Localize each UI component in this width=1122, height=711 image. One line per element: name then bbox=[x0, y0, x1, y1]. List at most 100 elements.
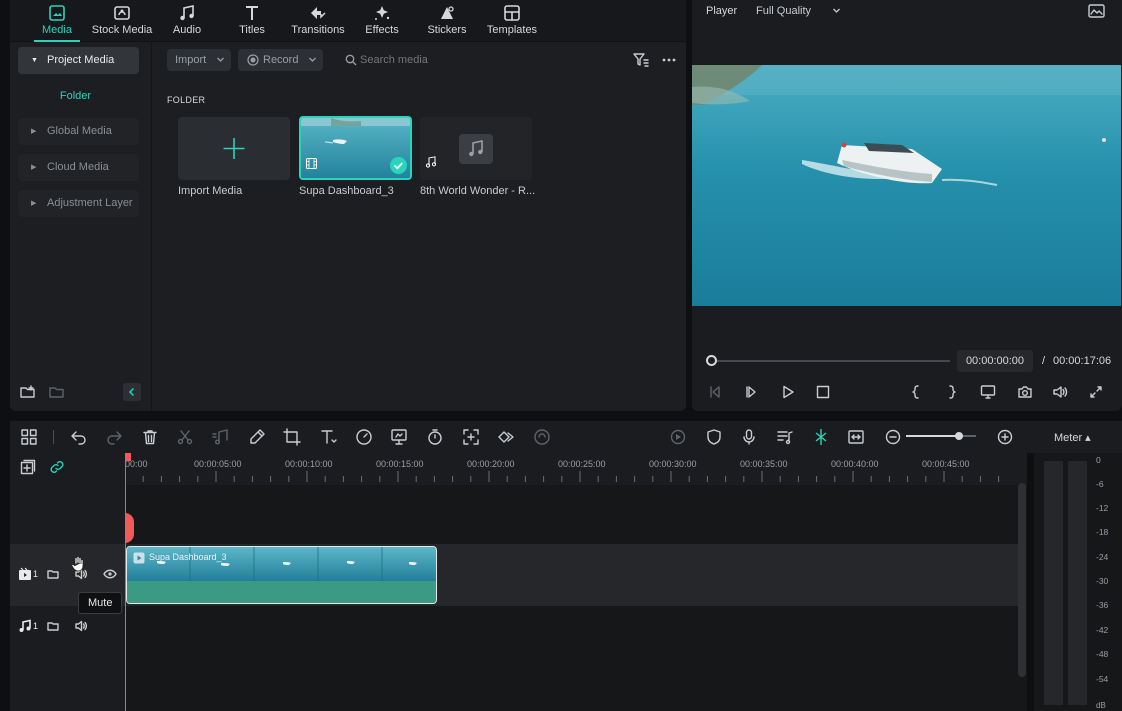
media-area: Import Record FOLDER I bbox=[153, 42, 686, 411]
prev-frame-icon[interactable] bbox=[708, 384, 724, 400]
quality-value: Full Quality bbox=[756, 5, 812, 17]
media-item-supa-dashboard[interactable] bbox=[299, 116, 412, 180]
import-button[interactable]: Import bbox=[167, 49, 231, 71]
tab-titles[interactable]: Titles bbox=[227, 0, 277, 42]
folder-icon[interactable] bbox=[49, 385, 65, 399]
tab-transitions[interactable]: Transitions bbox=[286, 0, 350, 42]
folder-lock-icon[interactable] bbox=[47, 568, 59, 580]
zoom-slider[interactable] bbox=[906, 432, 976, 440]
chevron-down-icon bbox=[832, 1, 841, 21]
seek-handle[interactable] bbox=[706, 355, 717, 366]
record-icon bbox=[247, 54, 259, 66]
microphone-icon[interactable] bbox=[740, 428, 758, 446]
tab-media[interactable]: Media bbox=[28, 0, 86, 42]
split-icon[interactable] bbox=[176, 428, 194, 446]
playhead[interactable] bbox=[125, 453, 126, 711]
media-sidebar: ▼ Project Media Folder ▶ Global Media ▶ … bbox=[10, 42, 152, 411]
mark-out-icon[interactable] bbox=[944, 384, 960, 400]
green-screen-icon[interactable] bbox=[390, 428, 408, 446]
media-item-label: Supa Dashboard_3 bbox=[299, 185, 394, 197]
sidebar-item-label: Global Media bbox=[47, 125, 112, 137]
link-icon[interactable] bbox=[49, 459, 65, 475]
stop-icon[interactable] bbox=[815, 384, 831, 400]
eye-icon[interactable] bbox=[103, 568, 117, 580]
marker-pen-icon[interactable] bbox=[248, 428, 266, 446]
new-folder-icon[interactable] bbox=[20, 385, 36, 399]
mark-in-icon[interactable] bbox=[908, 384, 924, 400]
add-track-icon[interactable] bbox=[20, 459, 36, 475]
zoom-in-icon[interactable] bbox=[996, 428, 1014, 446]
undo-icon[interactable] bbox=[70, 428, 88, 446]
collapse-sidebar-button[interactable] bbox=[123, 383, 141, 401]
time-ruler[interactable]: 00:00 00:00:05:00 00:00:10:00 00:00:15:0… bbox=[125, 453, 1027, 485]
image-quality-icon[interactable] bbox=[1088, 4, 1105, 18]
seek-bar[interactable] bbox=[711, 360, 950, 362]
playhead-handle[interactable] bbox=[125, 513, 134, 543]
fit-timeline-icon[interactable] bbox=[847, 428, 865, 446]
speed-icon[interactable] bbox=[355, 428, 373, 446]
effects-icon bbox=[372, 3, 392, 23]
sidebar-item-cloud-media[interactable]: ▶ Cloud Media bbox=[18, 154, 139, 181]
tab-stock-media[interactable]: Stock Media bbox=[90, 0, 154, 42]
search-input[interactable] bbox=[360, 50, 610, 70]
timeline-area[interactable]: 00:00 00:00:05:00 00:00:10:00 00:00:15:0… bbox=[125, 453, 1027, 711]
caret-right-icon: ▶ bbox=[31, 128, 37, 135]
video-preview[interactable] bbox=[692, 65, 1121, 306]
playhead-top[interactable] bbox=[125, 453, 131, 461]
more-options-icon[interactable] bbox=[661, 52, 677, 68]
speaker-icon[interactable] bbox=[74, 619, 88, 633]
filter-icon[interactable] bbox=[633, 53, 649, 67]
text-icon[interactable] bbox=[319, 428, 337, 446]
audio-type-icon bbox=[425, 156, 437, 168]
display-icon[interactable] bbox=[980, 384, 996, 400]
timer-icon[interactable] bbox=[426, 428, 444, 446]
sidebar-item-folder[interactable]: Folder bbox=[10, 90, 141, 102]
tab-stock-media-label: Stock Media bbox=[91, 24, 153, 36]
next-frame-icon[interactable] bbox=[744, 384, 760, 400]
keyframe-icon[interactable] bbox=[497, 428, 515, 446]
voiceover-icon[interactable] bbox=[776, 428, 794, 446]
zoom-slider-handle[interactable] bbox=[954, 432, 963, 440]
media-panel: Media Stock Media Audio Titles Transitio… bbox=[10, 0, 686, 411]
folder-lock-icon[interactable] bbox=[47, 620, 59, 632]
tab-templates[interactable]: Templates bbox=[480, 0, 544, 42]
quality-dropdown[interactable]: Full Quality bbox=[750, 1, 844, 21]
tab-effects[interactable]: Effects bbox=[357, 0, 407, 42]
shield-icon[interactable] bbox=[705, 428, 723, 446]
auto-reframe-icon[interactable] bbox=[462, 428, 480, 446]
meter-scale-label: -48 bbox=[1096, 649, 1109, 659]
ai-tool-icon[interactable] bbox=[533, 428, 551, 446]
delete-icon[interactable] bbox=[141, 428, 159, 446]
video-track-number: 1 bbox=[33, 569, 39, 579]
zoom-out-icon[interactable] bbox=[884, 428, 902, 446]
timeline-scrollbar[interactable] bbox=[1018, 483, 1026, 677]
sidebar-item-project-media[interactable]: ▼ Project Media bbox=[18, 47, 139, 74]
current-time[interactable]: 00:00:00:00 bbox=[957, 350, 1033, 372]
stock-media-icon bbox=[112, 3, 132, 23]
tab-stickers[interactable]: Stickers bbox=[422, 0, 472, 42]
fullscreen-icon[interactable] bbox=[1088, 384, 1104, 400]
import-label: Import bbox=[175, 54, 207, 66]
media-icon bbox=[47, 3, 67, 23]
play-icon[interactable] bbox=[780, 384, 796, 400]
volume-icon[interactable] bbox=[1052, 384, 1068, 400]
meter-scale-label: -24 bbox=[1096, 552, 1109, 562]
chevron-left-icon bbox=[128, 387, 135, 397]
layout-grid-icon[interactable] bbox=[20, 428, 38, 446]
render-icon[interactable] bbox=[669, 428, 687, 446]
media-item-8th-world-wonder[interactable] bbox=[420, 117, 532, 180]
tab-media-label: Media bbox=[42, 24, 72, 36]
snap-icon[interactable] bbox=[812, 428, 830, 446]
snapshot-icon[interactable] bbox=[1017, 384, 1033, 400]
audio-edit-icon[interactable] bbox=[212, 428, 230, 446]
record-button[interactable]: Record bbox=[238, 49, 323, 71]
import-media-tile[interactable] bbox=[178, 117, 290, 180]
timeline-clip[interactable]: Supa Dashboard_3 bbox=[126, 546, 437, 604]
redo-icon[interactable] bbox=[105, 428, 123, 446]
caret-right-icon: ▶ bbox=[31, 200, 37, 207]
sidebar-item-adjustment-layer[interactable]: ▶ Adjustment Layer bbox=[18, 190, 139, 217]
tab-audio[interactable]: Audio bbox=[162, 0, 212, 42]
sidebar-item-global-media[interactable]: ▶ Global Media bbox=[18, 118, 139, 145]
tab-transitions-label: Transitions bbox=[291, 24, 345, 36]
crop-icon[interactable] bbox=[283, 428, 301, 446]
